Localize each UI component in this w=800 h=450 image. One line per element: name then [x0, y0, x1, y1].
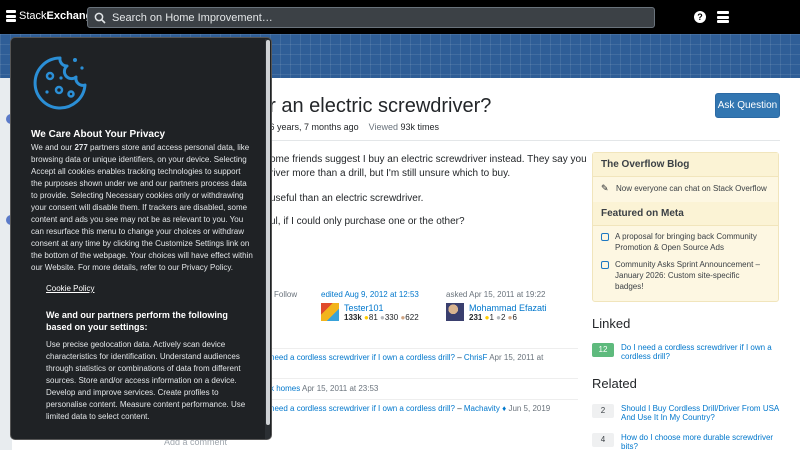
blog-title: The Overflow Blog [593, 153, 778, 177]
partners-count: 277 [74, 143, 88, 152]
question-meta: d 6 years, 7 months ago Viewed 93k times [262, 122, 439, 132]
comment: need a cordless screwdriver if I own a c… [270, 353, 543, 362]
search-box[interactable] [87, 7, 655, 28]
stackexchange-icon [6, 10, 16, 22]
logo-stack-text: Stack [19, 10, 47, 22]
meta-title: Featured on Meta [593, 202, 778, 226]
comment-time: Apr 15, 2011 at 23:53 [302, 384, 379, 393]
silver-count: 330 [384, 313, 399, 322]
comment: k homes Apr 15, 2011 at 23:53 [270, 384, 378, 393]
comment-time: Apr 15, 2011 at [489, 353, 544, 362]
partners-heading: We and our partners perform the followin… [46, 310, 228, 332]
editor-name[interactable]: Tester101 [344, 303, 419, 313]
linked-link[interactable]: Do I need a cordless screwdriver if I ow… [621, 343, 779, 361]
pencil-icon: ✎ [601, 183, 609, 193]
asked-timestamp: asked Apr 15, 2011 at 19:22 [446, 290, 546, 299]
viewed-value: 93k times [400, 122, 439, 132]
bronze-count: 622 [405, 313, 419, 322]
top-bar: StackExchange ? [0, 0, 800, 34]
question-body-line: useful than an electric screwdriver. [270, 193, 424, 204]
search-icon [94, 12, 106, 24]
related-link[interactable]: Should I Buy Cordless Drill/Driver From … [621, 404, 779, 422]
asker-reputation: 231 ●1 ●2 ●6 [469, 313, 547, 322]
comment-link[interactable]: need a cordless screwdriver if I own a c… [270, 404, 455, 413]
cookie-title: We Care About Your Privacy [31, 129, 166, 140]
comment-user[interactable]: ChrisF [464, 353, 488, 362]
comment-sep: – [454, 353, 464, 362]
comment-time: Jun 5, 2019 [508, 404, 551, 413]
follow-button[interactable]: Follow [274, 290, 297, 299]
related-item[interactable]: 2 Should I Buy Cordless Drill/Driver Fro… [592, 404, 779, 422]
comment-link[interactable]: need a cordless screwdriver if I own a c… [270, 353, 455, 362]
cookie-icon [33, 56, 87, 110]
meta-item-text[interactable]: Community Asks Sprint Announcement – Jan… [615, 259, 770, 292]
partners-purposes: Use precise geolocation data. Actively s… [46, 340, 246, 421]
related-heading: Related [592, 376, 637, 391]
meta-chat-icon [601, 261, 609, 269]
linked-item[interactable]: 12 Do I need a cordless screwdriver if I… [592, 343, 779, 361]
rep-score: 133k [344, 313, 362, 322]
comment-divider [258, 378, 578, 379]
comment: need a cordless screwdriver if I own a c… [270, 404, 550, 413]
ask-question-button[interactable]: Ask Question [715, 93, 780, 118]
bronze-count: 6 [512, 313, 517, 322]
meta-item-text[interactable]: A proposal for bringing back Community P… [615, 231, 770, 253]
rep-score: 231 [469, 313, 483, 322]
edited-timestamp[interactable]: edited Aug 9, 2012 at 12:53 [321, 290, 419, 299]
asker-card: asked Apr 15, 2011 at 19:22 Mohammad Efa… [446, 290, 547, 322]
comment-divider [258, 399, 578, 400]
help-icon[interactable]: ? [694, 11, 706, 23]
title-divider [258, 140, 780, 141]
question-body-line: river more than a drill, but I'm still u… [270, 168, 511, 179]
modified-value: 6 years, 7 months ago [269, 122, 359, 132]
cookie-policy-link[interactable]: Cookie Policy [46, 284, 94, 293]
editor-card: edited Aug 9, 2012 at 12:53 Tester101 13… [321, 290, 419, 322]
meta-chat-icon [601, 233, 609, 241]
linked-score: 12 [592, 343, 614, 357]
question-title[interactable]: or an electric screwdriver? [258, 95, 491, 118]
comment-sep: – [454, 404, 464, 413]
editor-reputation: 133k ●81 ●330 ●622 [344, 313, 419, 322]
comment-link[interactable]: k homes [270, 384, 300, 393]
question-body-line: ome friends suggest I buy an electric sc… [270, 154, 587, 165]
related-score: 4 [592, 433, 614, 447]
linked-heading: Linked [592, 316, 631, 331]
cookie-intro: We and our 277 partners store and access… [31, 142, 253, 274]
cookie-scrollbar-thumb[interactable] [266, 40, 270, 425]
meta-item[interactable]: A proposal for bringing back Community P… [593, 226, 778, 256]
site-switcher-icon[interactable] [717, 11, 729, 23]
cookie-consent-dialog: We Care About Your Privacy We and our 27… [10, 37, 272, 440]
related-item[interactable]: 4 How do I choose more durable screwdriv… [592, 433, 779, 450]
overflow-blog-widget: The Overflow Blog ✎ Now everyone can chat… [592, 152, 779, 302]
related-link[interactable]: How do I choose more durable screwdriver… [621, 433, 779, 450]
blog-item-text[interactable]: Now everyone can chat on Stack Overflow [616, 183, 767, 194]
comment-user[interactable]: Machavity ♦ [464, 404, 506, 413]
silver-count: 2 [500, 313, 506, 322]
search-input[interactable] [112, 11, 632, 24]
cookie-intro-before: We and our [31, 143, 75, 152]
comment-divider [258, 348, 578, 349]
viewed-label: Viewed [368, 122, 398, 132]
gold-count: 1 [489, 313, 494, 322]
question-body-line: ul, if I could only purchase one or the … [270, 216, 465, 227]
avatar[interactable] [321, 303, 339, 321]
related-score: 2 [592, 404, 614, 418]
cookie-intro-after: partners store and access personal data,… [31, 143, 253, 272]
meta-item[interactable]: Community Asks Sprint Announcement – Jan… [593, 256, 778, 295]
avatar[interactable] [446, 303, 464, 321]
asker-name[interactable]: Mohammad Efazati [469, 303, 547, 313]
stackexchange-logo[interactable]: Stack Exchange [6, 10, 98, 22]
blog-item[interactable]: ✎ Now everyone can chat on Stack Overflow [593, 177, 778, 197]
gold-count: 81 [368, 313, 378, 322]
